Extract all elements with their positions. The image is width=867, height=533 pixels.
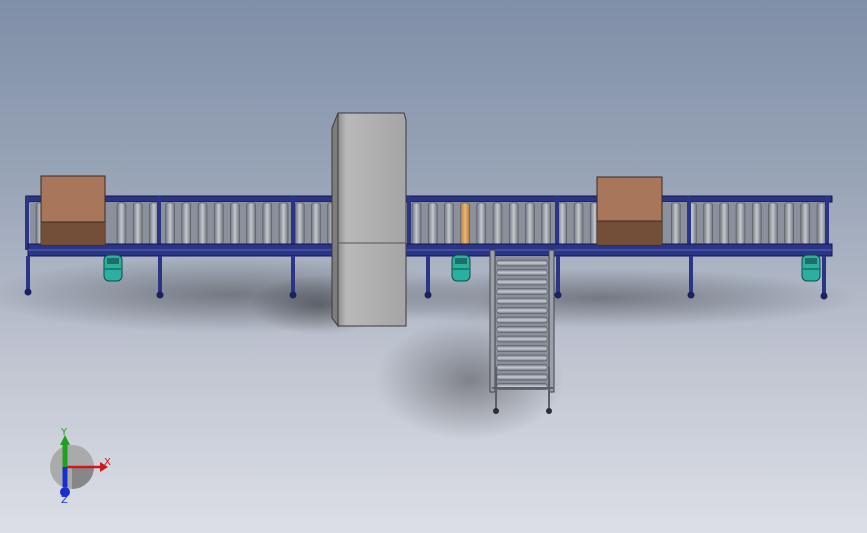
chute-roller xyxy=(496,345,548,352)
scanner-tunnel[interactable] xyxy=(331,112,407,328)
roller xyxy=(460,202,470,245)
leg-foot xyxy=(554,291,562,299)
chute-roller xyxy=(496,278,548,286)
chute-roller xyxy=(496,364,548,371)
roller xyxy=(278,202,289,245)
frame-post xyxy=(687,196,691,250)
chute-roller xyxy=(496,373,548,381)
chute-roller xyxy=(496,326,548,333)
chute-roller xyxy=(496,307,548,314)
roller xyxy=(784,202,794,245)
chute-roller xyxy=(496,354,548,362)
roller xyxy=(670,202,681,245)
roller xyxy=(132,202,143,245)
chute-roller xyxy=(496,316,548,324)
chute-foot xyxy=(493,408,499,414)
roller xyxy=(213,202,224,245)
roller xyxy=(508,202,519,245)
triad-graphic xyxy=(50,435,108,497)
chute-roller xyxy=(496,259,548,267)
roller xyxy=(492,202,503,245)
roller xyxy=(573,202,584,245)
roller xyxy=(816,202,827,245)
roller xyxy=(294,202,305,245)
leg-foot xyxy=(687,291,695,299)
roller xyxy=(525,202,535,245)
roller xyxy=(541,202,551,245)
leg-foot xyxy=(24,288,32,296)
motor-cap xyxy=(107,258,119,264)
roller xyxy=(751,202,762,245)
roller xyxy=(165,202,175,245)
chute-roller xyxy=(496,297,548,305)
roller xyxy=(444,202,454,245)
conveyor-model[interactable] xyxy=(0,0,867,533)
roller xyxy=(262,202,273,245)
cad-viewport[interactable]: X Y Z xyxy=(0,0,867,533)
roller xyxy=(197,202,208,245)
chute-foot xyxy=(546,408,552,414)
chute-roller xyxy=(496,269,548,276)
roller xyxy=(116,202,127,245)
roller xyxy=(181,202,192,245)
leg-foot xyxy=(156,291,164,299)
axis-triad: X Y Z xyxy=(40,425,130,510)
chute-rail-left xyxy=(489,249,496,393)
y-axis-label: Y xyxy=(61,427,68,438)
frame-post xyxy=(157,196,161,250)
leg-foot xyxy=(424,291,432,299)
roller xyxy=(427,202,438,245)
roller xyxy=(768,202,778,245)
motor-cap xyxy=(805,258,817,264)
leg-foot xyxy=(289,291,297,299)
roller xyxy=(411,202,422,245)
roller xyxy=(476,202,487,245)
roller xyxy=(230,202,240,245)
leg-foot xyxy=(820,292,828,300)
carton-box-right[interactable] xyxy=(596,176,663,246)
motor-cap xyxy=(455,258,467,264)
roller xyxy=(800,202,811,245)
frame-post xyxy=(25,196,29,250)
frame-post xyxy=(407,196,411,250)
carton-box-left[interactable] xyxy=(40,175,106,246)
roller xyxy=(719,202,730,245)
frame-post xyxy=(825,196,829,250)
roller xyxy=(311,202,321,245)
chute-roller xyxy=(496,288,548,295)
x-axis-label: X xyxy=(104,457,111,468)
roller xyxy=(735,202,746,245)
roller xyxy=(703,202,713,245)
roller xyxy=(246,202,256,245)
z-axis-label: Z xyxy=(61,495,68,506)
frame-post xyxy=(291,196,295,250)
side-chute-conveyor[interactable] xyxy=(489,249,555,414)
frame-post xyxy=(555,196,559,250)
chute-roller xyxy=(496,335,548,343)
roller xyxy=(557,202,568,245)
